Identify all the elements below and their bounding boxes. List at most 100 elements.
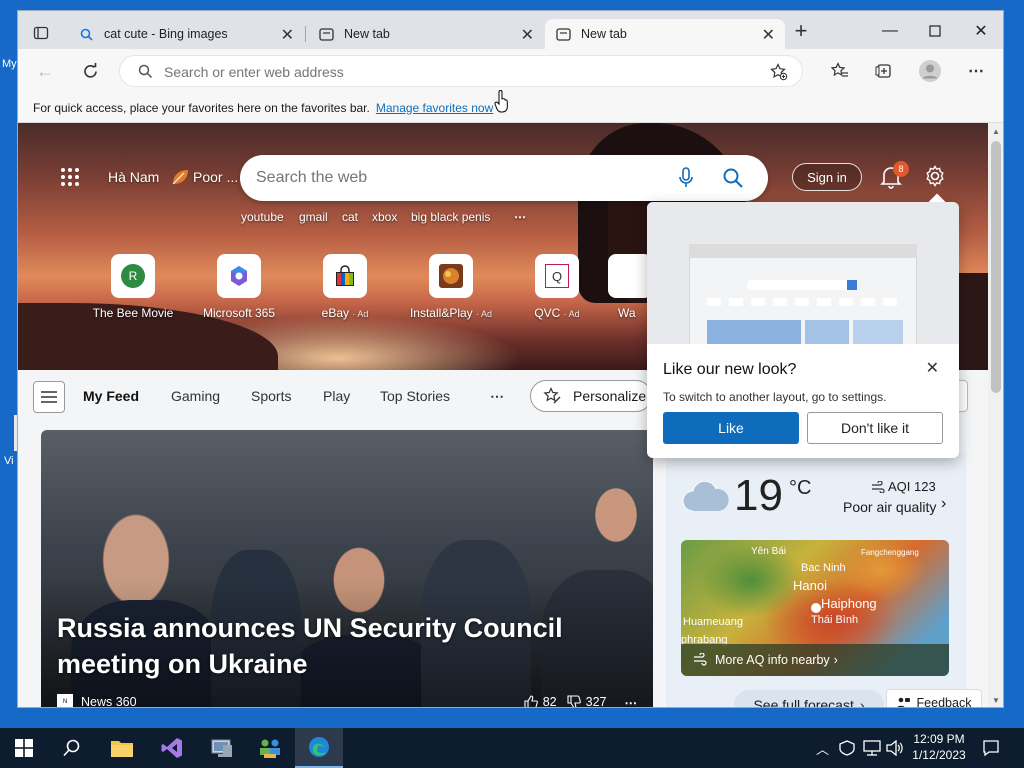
- news-source[interactable]: News 360: [81, 695, 137, 707]
- quick-link-tile[interactable]: Install&Play · Ad: [396, 254, 506, 320]
- close-tab-icon[interactable]: ✕: [521, 25, 534, 45]
- edge-taskbar-button[interactable]: [295, 728, 343, 768]
- clock-date: 1/12/2023: [912, 748, 966, 762]
- notifications-button[interactable]: 8: [880, 161, 909, 192]
- network-icon[interactable]: [862, 740, 882, 756]
- aqi-value[interactable]: AQI 123: [871, 479, 936, 494]
- tab-new-tab-active[interactable]: New tab ✕: [545, 19, 785, 49]
- chevron-right-icon[interactable]: ›: [941, 495, 946, 513]
- quick-link-tile[interactable]: eBay · Ad: [290, 254, 400, 320]
- web-search-box[interactable]: [240, 155, 768, 201]
- collections-button[interactable]: [869, 57, 899, 85]
- shield-icon[interactable]: [838, 740, 856, 756]
- microphone-icon[interactable]: [678, 167, 694, 189]
- feed-more-button[interactable]: ⋯: [490, 388, 504, 405]
- news-headline[interactable]: Russia announces UN Security Council mee…: [57, 610, 577, 682]
- tab-sports[interactable]: Sports: [251, 388, 291, 404]
- dislike-button[interactable]: 327: [567, 695, 607, 707]
- weather-card[interactable]: 19 °C AQI 123 Poor air quality › Yên Bái…: [666, 453, 966, 707]
- scrollbar-thumb[interactable]: [991, 141, 1001, 393]
- visual-studio-button[interactable]: [148, 728, 196, 768]
- add-favorite-icon[interactable]: [770, 63, 788, 81]
- manage-favorites-link[interactable]: Manage favorites now: [376, 101, 493, 115]
- see-full-forecast-button[interactable]: See full forecast ›: [734, 690, 884, 707]
- top-news-card[interactable]: Russia announces UN Security Council mee…: [41, 430, 653, 708]
- trending-search[interactable]: big black penis: [411, 210, 490, 224]
- dont-like-button[interactable]: Don't like it: [807, 412, 943, 444]
- newtab-icon: [318, 26, 334, 42]
- refresh-button[interactable]: [75, 57, 105, 85]
- server-manager-button[interactable]: [198, 728, 246, 768]
- news-more-button[interactable]: ⋯: [625, 695, 638, 708]
- map-label: Haiphong: [821, 596, 877, 611]
- users-icon: [260, 739, 280, 758]
- scroll-up-arrow-icon[interactable]: ▲: [992, 127, 1000, 136]
- web-search-input[interactable]: [256, 168, 656, 188]
- personalize-button[interactable]: Personalize: [530, 380, 652, 412]
- newtab-icon: [555, 26, 571, 42]
- tile-icon-box: Q: [535, 254, 579, 298]
- close-tab-icon[interactable]: ✕: [762, 25, 775, 45]
- chevron-up-icon[interactable]: ︿: [816, 739, 829, 758]
- taskbar-search-button[interactable]: [48, 728, 96, 768]
- quick-link-tile[interactable]: Wa: [608, 254, 652, 320]
- qvc-logo-icon: Q: [545, 264, 569, 288]
- favorites-bar: For quick access, place your favorites h…: [18, 93, 1003, 123]
- tab-my-feed[interactable]: My Feed: [83, 388, 139, 404]
- favorites-button[interactable]: [825, 57, 855, 85]
- page-scrollbar[interactable]: ▲ ▼: [988, 123, 1003, 707]
- close-window-button[interactable]: ✕: [961, 17, 1001, 45]
- network-app-button[interactable]: [246, 728, 294, 768]
- new-tab-button[interactable]: +: [786, 17, 816, 45]
- trending-search[interactable]: xbox: [372, 210, 397, 224]
- address-input[interactable]: [164, 62, 724, 82]
- address-bar[interactable]: [119, 55, 803, 87]
- back-button[interactable]: ←: [30, 57, 60, 85]
- refresh-icon: [83, 62, 97, 78]
- quick-link-tile[interactable]: Q QVC · Ad: [502, 254, 612, 320]
- search-icon: [63, 739, 80, 757]
- trending-search[interactable]: gmail: [299, 210, 328, 224]
- like-count: 82: [542, 695, 557, 708]
- trending-search[interactable]: youtube: [241, 210, 284, 224]
- system-clock[interactable]: 12:09 PM 1/12/2023: [900, 731, 978, 763]
- scroll-down-arrow-icon[interactable]: ▼: [992, 696, 1000, 705]
- tile-label: Install&Play: [409, 306, 473, 320]
- close-tab-icon[interactable]: ✕: [281, 25, 294, 45]
- sign-in-button[interactable]: Sign in: [792, 163, 862, 191]
- tab-actions-button[interactable]: [26, 19, 56, 47]
- start-button[interactable]: [0, 728, 48, 768]
- ebay-bag-icon: [336, 265, 354, 286]
- feedback-button[interactable]: Feedback: [886, 689, 982, 707]
- tab-new-tab[interactable]: New tab ✕: [308, 19, 544, 49]
- quick-link-tile[interactable]: R The Bee Movie: [78, 254, 188, 320]
- maximize-button[interactable]: [915, 17, 955, 45]
- quick-link-tile[interactable]: Microsoft 365: [184, 254, 294, 320]
- apps-launcher-button[interactable]: [60, 167, 80, 190]
- profile-button[interactable]: [915, 57, 945, 85]
- tab-bing-images[interactable]: cat cute - Bing images ✕: [68, 19, 304, 49]
- like-button[interactable]: 82: [524, 695, 557, 708]
- aqi-status[interactable]: Poor air quality: [843, 499, 936, 515]
- settings-more-button[interactable]: ⋯: [961, 57, 991, 85]
- close-icon[interactable]: ✕: [926, 358, 939, 378]
- trending-more-button[interactable]: ⋯: [514, 210, 526, 224]
- minimize-icon: —: [882, 22, 898, 39]
- air-quality-map[interactable]: Yên Bái Bac Ninh Fangchenggang Hanoi Hai…: [681, 540, 949, 676]
- more-aq-info-link[interactable]: More AQ info nearby ›: [681, 644, 949, 676]
- tab-gaming[interactable]: Gaming: [171, 388, 220, 404]
- tab-strip: cat cute - Bing images ✕ New tab ✕ New t…: [18, 11, 1003, 49]
- file-explorer-button[interactable]: [98, 728, 146, 768]
- air-quality-label[interactable]: Poor ...: [193, 169, 238, 185]
- search-icon[interactable]: [722, 167, 744, 189]
- tab-top-stories[interactable]: Top Stories: [380, 388, 450, 404]
- close-icon: ✕: [974, 23, 988, 40]
- like-button[interactable]: Like: [663, 412, 799, 444]
- page-settings-button[interactable]: [924, 165, 946, 190]
- minimize-button[interactable]: —: [870, 17, 910, 45]
- trending-search[interactable]: cat: [342, 210, 358, 224]
- tab-play[interactable]: Play: [323, 388, 350, 404]
- notification-center-icon[interactable]: [982, 739, 1000, 757]
- feed-menu-button[interactable]: [33, 381, 65, 413]
- location-label[interactable]: Hà Nam: [108, 169, 159, 185]
